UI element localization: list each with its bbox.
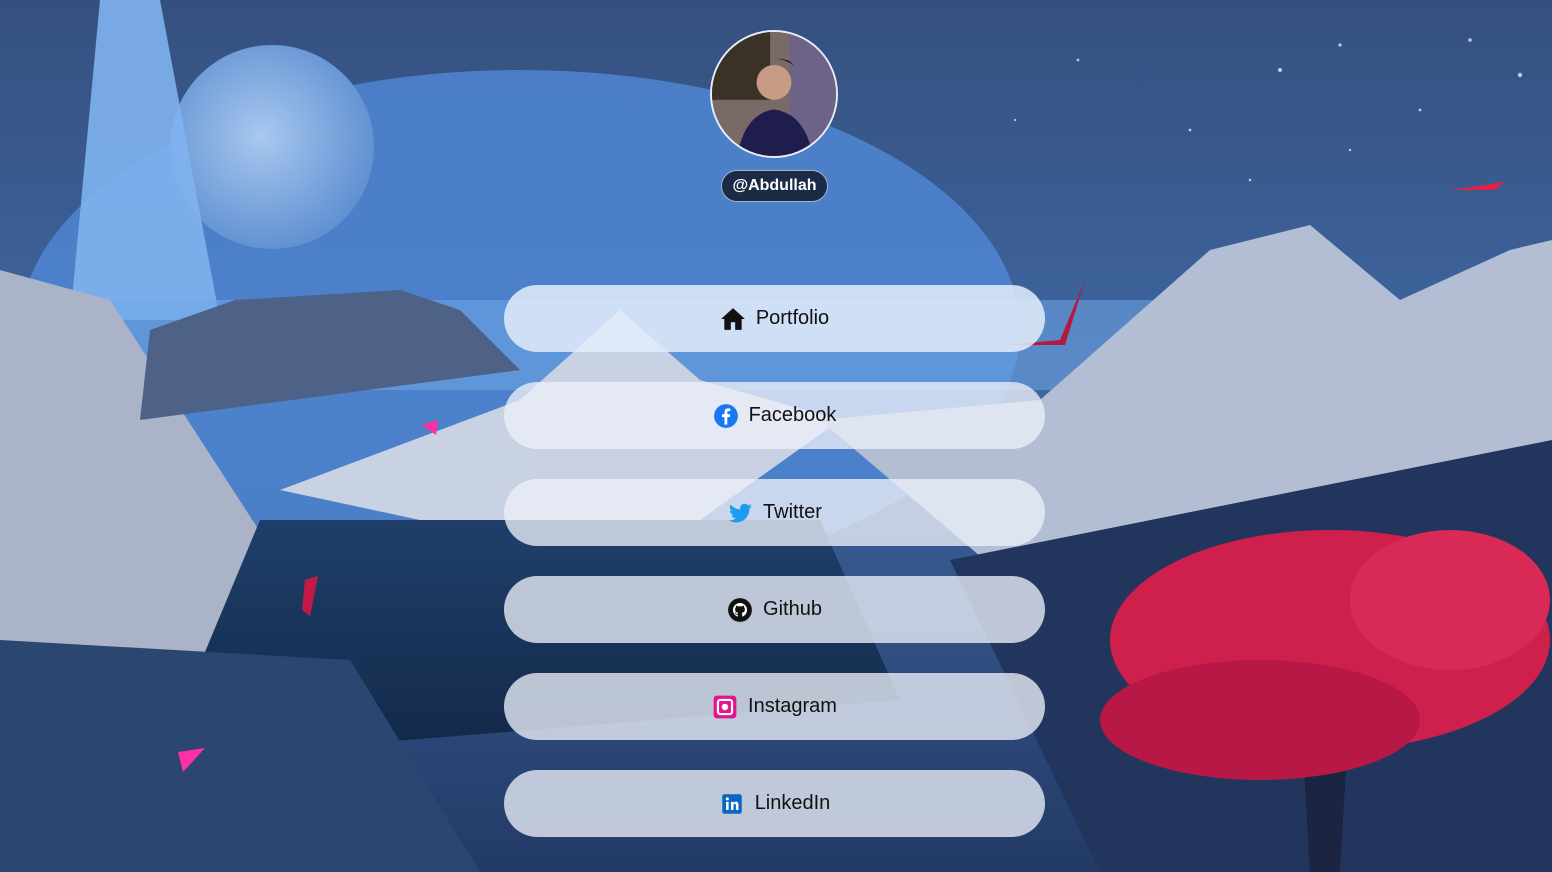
linkedin-label: LinkedIn [754,792,831,814]
home-icon [720,306,746,332]
twitter-label: Twitter [763,501,822,523]
portfolio-link[interactable]: Portfolio [504,285,1045,352]
linkedin-link[interactable]: LinkedIn [504,770,1045,837]
portfolio-label: Portfolio [755,307,830,329]
instagram-icon [712,694,738,720]
twitter-icon [727,500,753,526]
instagram-label: Instagram [748,695,837,717]
username-badge: @Abdullah [721,170,828,202]
links-list: Portfolio Facebook Twitter Github Instag… [504,285,1045,867]
github-icon [727,597,753,623]
github-link[interactable]: Github [504,576,1045,643]
profile-avatar[interactable] [710,30,838,158]
github-label: Github [763,598,822,620]
facebook-link[interactable]: Facebook [504,382,1045,449]
profile-photo-icon [712,32,836,156]
linkedin-icon [719,791,745,817]
facebook-label: Facebook [748,404,837,426]
facebook-icon [713,403,739,429]
instagram-link[interactable]: Instagram [504,673,1045,740]
twitter-link[interactable]: Twitter [504,479,1045,546]
